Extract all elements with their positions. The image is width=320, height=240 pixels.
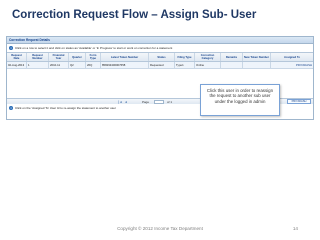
filing-type-cell: Type1 xyxy=(175,62,195,68)
callout-box: Click this user in order to reassign the… xyxy=(200,84,280,116)
info-icon: i xyxy=(9,46,13,50)
info-icon: i xyxy=(9,106,13,110)
correction-category-cell: Online xyxy=(195,62,221,68)
column-header[interactable]: Assigned To xyxy=(271,53,313,61)
financial-year-cell: 2010-11 xyxy=(49,62,69,68)
column-header[interactable]: Request Number xyxy=(27,53,49,61)
new-token-number-cell xyxy=(243,62,271,68)
top-instruction-row: i Click on a row to select it and click … xyxy=(7,44,313,52)
assigned-to-link[interactable]: PRIYADASH xyxy=(271,62,313,68)
column-header[interactable]: Financial Year xyxy=(49,53,69,61)
table-header: Request Date Request Number Financial Ye… xyxy=(7,52,313,62)
column-header[interactable]: Correction Category xyxy=(195,53,221,61)
column-header[interactable]: Request Date xyxy=(7,53,27,61)
column-header[interactable]: New Token Number xyxy=(243,53,271,61)
page-number: 14 xyxy=(292,226,298,231)
slide-title: Correction Request Flow – Assign Sub- Us… xyxy=(12,9,257,21)
column-header[interactable]: Form Type xyxy=(86,53,101,61)
column-header[interactable]: Remarks xyxy=(221,53,243,61)
table-row[interactable]: 02-Aug-2013 1 2010-11 Q2 26Q 85829340000… xyxy=(7,62,313,69)
column-header[interactable]: Latest Token Number xyxy=(101,53,149,61)
token-number-cell: 858293400007658 xyxy=(101,62,149,68)
remarks-cell xyxy=(221,62,243,68)
quarter-cell: Q2 xyxy=(69,62,86,68)
request-number-cell: 1 xyxy=(27,62,49,68)
status-cell: Requested xyxy=(149,62,175,68)
bottom-instruction-text: Click on the 'Assigned To' User Id to re… xyxy=(15,106,116,110)
form-type-cell: 26Q xyxy=(86,62,101,68)
column-header[interactable]: Filing Type xyxy=(175,53,195,61)
column-header[interactable]: Quarter xyxy=(69,53,86,61)
column-header[interactable]: Status xyxy=(149,53,175,61)
footer-copyright: Copyright © 2012 Income Tax Department xyxy=(117,226,203,231)
panel-title: Correction Request Details xyxy=(7,37,313,44)
top-instruction-text: Click on a row to select it and click on… xyxy=(15,46,173,50)
request-date-cell: 02-Aug-2013 xyxy=(7,62,27,68)
